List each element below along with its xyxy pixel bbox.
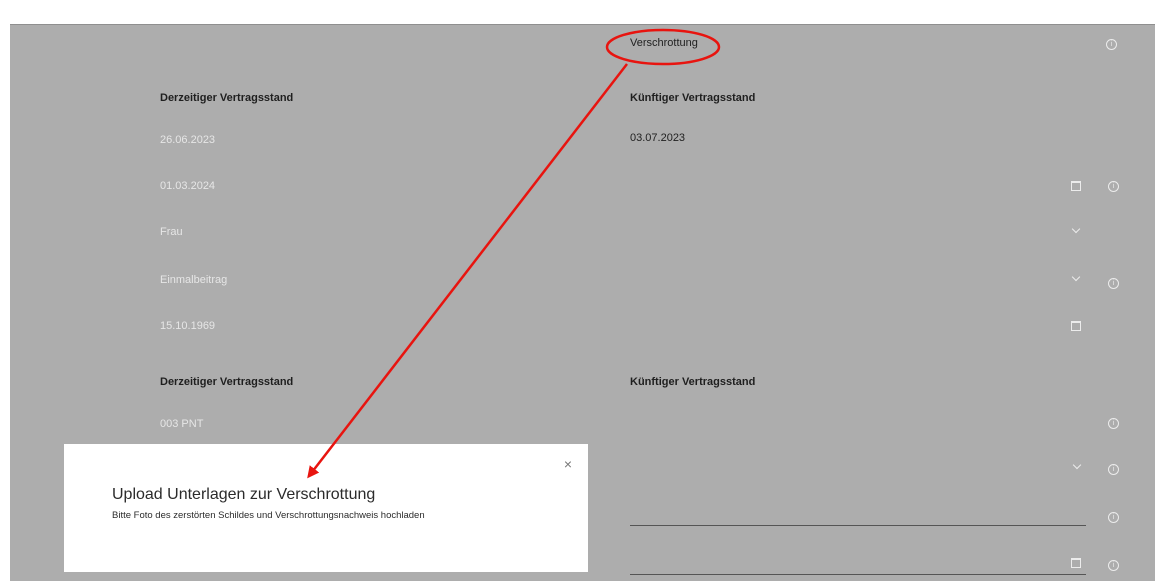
highlight-ellipse <box>605 28 721 66</box>
annotation-arrow <box>307 63 628 479</box>
annotation-overlay <box>307 28 721 479</box>
